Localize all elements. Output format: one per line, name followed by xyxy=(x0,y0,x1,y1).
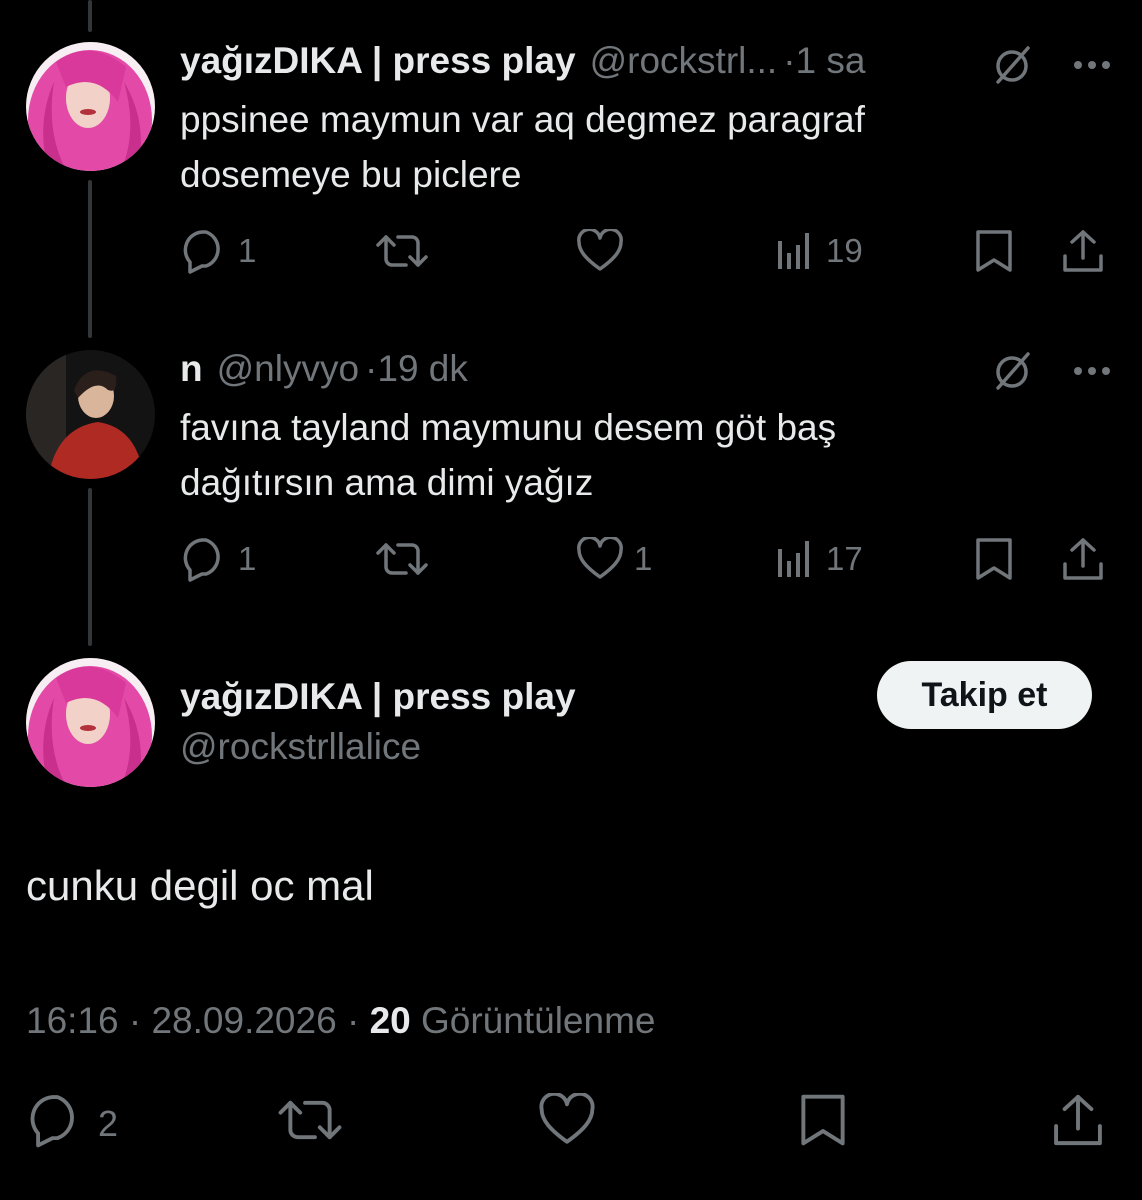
tweet-header: n @nlyvyo · 19 dk xyxy=(180,348,468,390)
views-label: Görüntülenme xyxy=(421,1000,656,1041)
like-icon xyxy=(576,537,624,581)
reply-icon xyxy=(180,228,228,274)
display-name[interactable]: yağızDIKA | press play xyxy=(180,40,576,82)
tweet-text-line: dosemeye bu piclere xyxy=(180,154,522,195)
separator: · xyxy=(783,40,796,81)
display-name[interactable]: yağızDIKA | press play xyxy=(180,676,576,718)
separator: · xyxy=(346,1000,360,1041)
handle[interactable]: @nlyvyo xyxy=(217,348,359,390)
thread-line-1 xyxy=(88,180,92,338)
timestamp[interactable]: 19 dk xyxy=(377,348,468,390)
tweet-text-line: ppsinee maymun var aq degmez paragraf xyxy=(180,99,865,140)
like-icon xyxy=(538,1091,596,1156)
tweet-top-icons xyxy=(990,42,1112,91)
handle[interactable]: @rockstrl... xyxy=(590,40,778,82)
retweet-button[interactable] xyxy=(376,226,428,276)
bookmark-button[interactable] xyxy=(796,1094,850,1154)
avatar[interactable] xyxy=(26,42,155,171)
main-tweet-header: yağızDIKA | press play xyxy=(180,676,576,718)
more-icon[interactable] xyxy=(1072,364,1112,382)
avatar[interactable] xyxy=(26,658,155,787)
reply-count: 1 xyxy=(238,232,257,269)
post-date[interactable]: 28.09.2026 xyxy=(151,1000,336,1041)
bookmark-button[interactable] xyxy=(972,226,1016,276)
like-count: 1 xyxy=(634,540,653,577)
bookmark-button[interactable] xyxy=(972,534,1016,584)
views-button[interactable]: 17 xyxy=(776,534,863,584)
like-icon xyxy=(576,229,624,273)
views-count: 19 xyxy=(826,232,863,269)
timestamp[interactable]: 1 sa xyxy=(796,40,866,82)
reply-button[interactable]: 2 xyxy=(26,1094,118,1154)
post-time[interactable]: 16:16 xyxy=(26,1000,119,1041)
avatar[interactable] xyxy=(26,350,155,479)
tweet-meta: 16:16 · 28.09.2026 · 20 Görüntülenme xyxy=(26,1000,655,1042)
main-tweet-text: cunku degil oc mal xyxy=(26,862,374,909)
handle[interactable]: @rockstrllalice xyxy=(180,726,421,768)
tweet-text: ppsinee maymun var aq degmez paragraf do… xyxy=(180,92,1080,202)
share-icon xyxy=(1060,228,1106,274)
views-count: 17 xyxy=(826,540,863,577)
retweet-icon xyxy=(278,1093,342,1156)
like-button[interactable] xyxy=(576,226,624,276)
tweet-top-icons xyxy=(990,348,1112,397)
tweet-header: yağızDIKA | press play @rockstrl... · 1 … xyxy=(180,40,865,82)
views-button[interactable]: 19 xyxy=(776,226,863,276)
tweet-text-line: dağıtırsın ama dimi yağız xyxy=(180,462,594,503)
separator: · xyxy=(365,348,378,389)
reply-button[interactable]: 1 xyxy=(180,534,256,584)
share-button[interactable] xyxy=(1060,226,1106,276)
separator: · xyxy=(128,1000,142,1041)
bookmark-icon xyxy=(796,1091,850,1158)
reply-icon xyxy=(26,1092,84,1157)
like-button[interactable]: 1 xyxy=(576,534,652,584)
action-bar: 1 19 xyxy=(180,226,1112,276)
reply-icon xyxy=(180,536,228,582)
views-icon xyxy=(776,539,816,579)
action-bar: 1 1 17 xyxy=(180,534,1112,584)
share-button[interactable] xyxy=(1060,534,1106,584)
tweet-text-line: favına tayland maymunu desem göt baş xyxy=(180,407,837,448)
reply-count: 2 xyxy=(98,1103,119,1144)
views-count: 20 xyxy=(369,1000,411,1041)
grok-icon[interactable] xyxy=(990,42,1034,91)
follow-button[interactable]: Takip et xyxy=(877,661,1092,729)
reply-count: 1 xyxy=(238,540,257,577)
retweet-button[interactable] xyxy=(376,534,428,584)
share-button[interactable] xyxy=(1050,1094,1106,1154)
person-red-shirt-avatar-icon xyxy=(26,350,155,479)
bookmark-icon xyxy=(972,228,1016,274)
like-button[interactable] xyxy=(538,1091,596,1156)
share-icon xyxy=(1060,536,1106,582)
thread-line-top xyxy=(88,0,92,32)
share-icon xyxy=(1050,1092,1106,1157)
pink-haired-avatar-icon xyxy=(26,42,155,171)
bookmark-icon xyxy=(972,536,1016,582)
grok-icon[interactable] xyxy=(990,348,1034,397)
retweet-icon xyxy=(376,537,428,581)
display-name[interactable]: n xyxy=(180,348,203,390)
tweet-text: favına tayland maymunu desem göt baş dağ… xyxy=(180,400,1080,510)
pink-haired-avatar-icon xyxy=(26,658,155,787)
retweet-icon xyxy=(376,229,428,273)
thread-line-2 xyxy=(88,488,92,646)
main-tweet-handle-row: @rockstrllalice xyxy=(180,726,421,768)
more-icon[interactable] xyxy=(1072,58,1112,76)
views-icon xyxy=(776,231,816,271)
reply-button[interactable]: 1 xyxy=(180,226,256,276)
retweet-button[interactable] xyxy=(278,1094,342,1154)
